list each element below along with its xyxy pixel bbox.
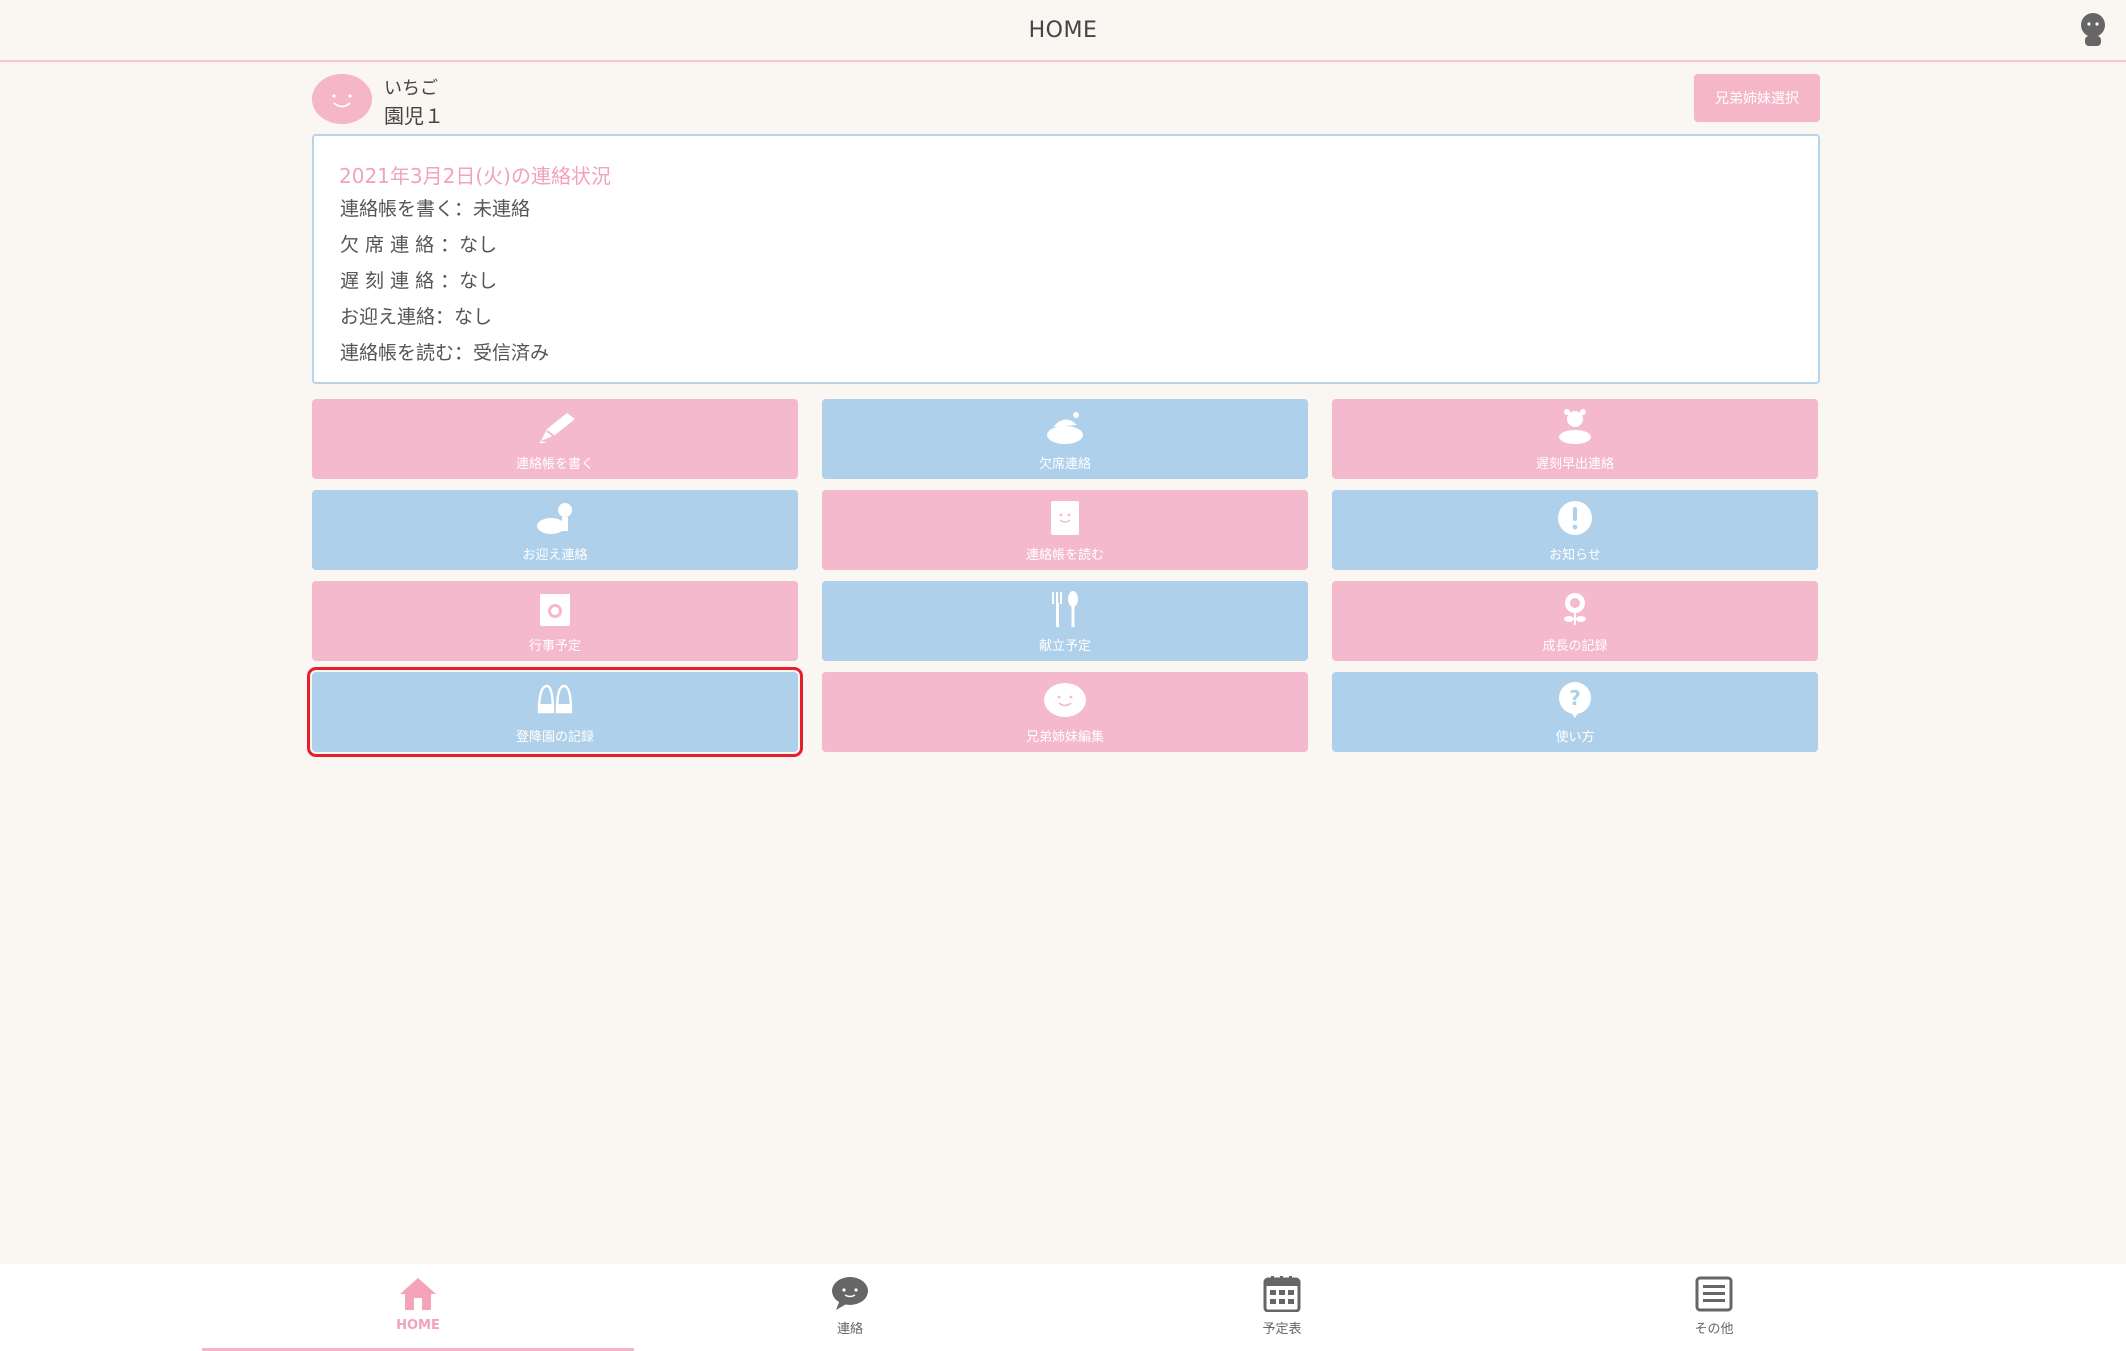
notebook-icon (1051, 501, 1079, 535)
tile-label: 成長の記録 (1542, 639, 1608, 654)
pencil-icon (539, 413, 575, 443)
smile-icon (1044, 683, 1086, 717)
status-line-pickup: お迎え連絡：なし (340, 306, 493, 328)
calendar-icon (540, 594, 570, 626)
tile-growth-record[interactable]: 成長の記録 (1332, 581, 1818, 661)
tile-attendance-record[interactable]: 登降園の記録 (307, 667, 803, 757)
status-title: 2021年3月2日(火)の連絡状況 (339, 164, 611, 188)
tile-label: お迎え連絡 (522, 548, 588, 563)
nav-label: その他 (1694, 1322, 1734, 1337)
status-line-late: 遅 刻 連 絡 ：なし (340, 270, 498, 292)
tile-menu-plan[interactable]: 献立予定 (822, 581, 1308, 661)
home-icon (400, 1278, 436, 1310)
fork-spoon-icon (1052, 591, 1078, 627)
tile-label: 使い方 (1555, 730, 1595, 745)
status-line-write: 連絡帳を書く：未連絡 (340, 198, 531, 220)
tile-absence[interactable]: 欠席連絡 (822, 399, 1308, 479)
tile-label: 連絡帳を読む (1025, 548, 1104, 563)
nav-label: 連絡 (836, 1322, 863, 1337)
tile-notice[interactable]: お知らせ (1332, 490, 1818, 570)
child-avatar (312, 74, 372, 124)
sibling-select-button[interactable]: 兄弟姉妹選択 (1694, 74, 1820, 122)
menu-list-icon (1695, 1276, 1733, 1312)
sleeping-turtle-icon (1047, 412, 1083, 444)
nav-other[interactable]: その他 (1498, 1264, 1930, 1351)
nav-home[interactable]: HOME (202, 1264, 634, 1351)
page-title: HOME (1028, 18, 1098, 43)
tile-label: 献立予定 (1038, 639, 1091, 654)
nav-contact[interactable]: 連絡 (634, 1264, 1066, 1351)
chat-bubble-icon (832, 1277, 868, 1310)
tile-label: 登降園の記録 (515, 730, 594, 745)
child-name: いちご (384, 78, 438, 99)
tile-late-early[interactable]: 遅刻早出連絡 (1332, 399, 1818, 479)
flower-icon (1564, 593, 1586, 625)
tile-events[interactable]: 行事予定 (312, 581, 798, 661)
user-account-icon[interactable] (2076, 12, 2110, 48)
tile-label: お知らせ (1549, 548, 1601, 563)
tile-sibling-edit[interactable]: 兄弟姉妹編集 (822, 672, 1308, 752)
nav-label: 予定表 (1262, 1322, 1302, 1337)
tile-read-notebook[interactable]: 連絡帳を読む (822, 490, 1308, 570)
tile-label: 連絡帳を書く (515, 457, 594, 472)
nav-label: HOME (396, 1318, 440, 1333)
svg-text:?: ? (1569, 686, 1581, 710)
status-line-absence: 欠 席 連 絡 ：なし (340, 234, 498, 256)
app-header: HOME (0, 0, 2126, 62)
tile-label: 欠席連絡 (1038, 457, 1091, 472)
tile-pickup[interactable]: お迎え連絡 (312, 490, 798, 570)
child-info: いちご 園児１ 兄弟姉妹選択 (312, 70, 1820, 130)
bottom-navigation: HOME 連絡 予定表 その他 (0, 1264, 2126, 1351)
status-line-read: 連絡帳を読む：受信済み (340, 342, 550, 364)
tile-how-to-use[interactable]: ? 使い方 (1332, 672, 1818, 752)
shoes-icon (537, 684, 573, 714)
turtle-child-icon (537, 503, 572, 534)
nav-schedule[interactable]: 予定表 (1066, 1264, 1498, 1351)
exclamation-icon (1558, 501, 1592, 535)
child-class: 園児１ (384, 104, 444, 128)
turtle-alarm-icon (1559, 409, 1591, 444)
contact-status-panel: 2021年3月2日(火)の連絡状況 連絡帳を書く：未連絡 欠 席 連 絡 ：なし… (312, 134, 1820, 384)
tile-label: 兄弟姉妹編集 (1025, 730, 1104, 745)
tile-label: 行事予定 (528, 639, 581, 654)
tile-label: 遅刻早出連絡 (1535, 457, 1614, 472)
calendar-grid-icon (1263, 1276, 1301, 1312)
tile-write-notebook[interactable]: 連絡帳を書く (312, 399, 798, 479)
question-icon: ? (1559, 682, 1591, 718)
